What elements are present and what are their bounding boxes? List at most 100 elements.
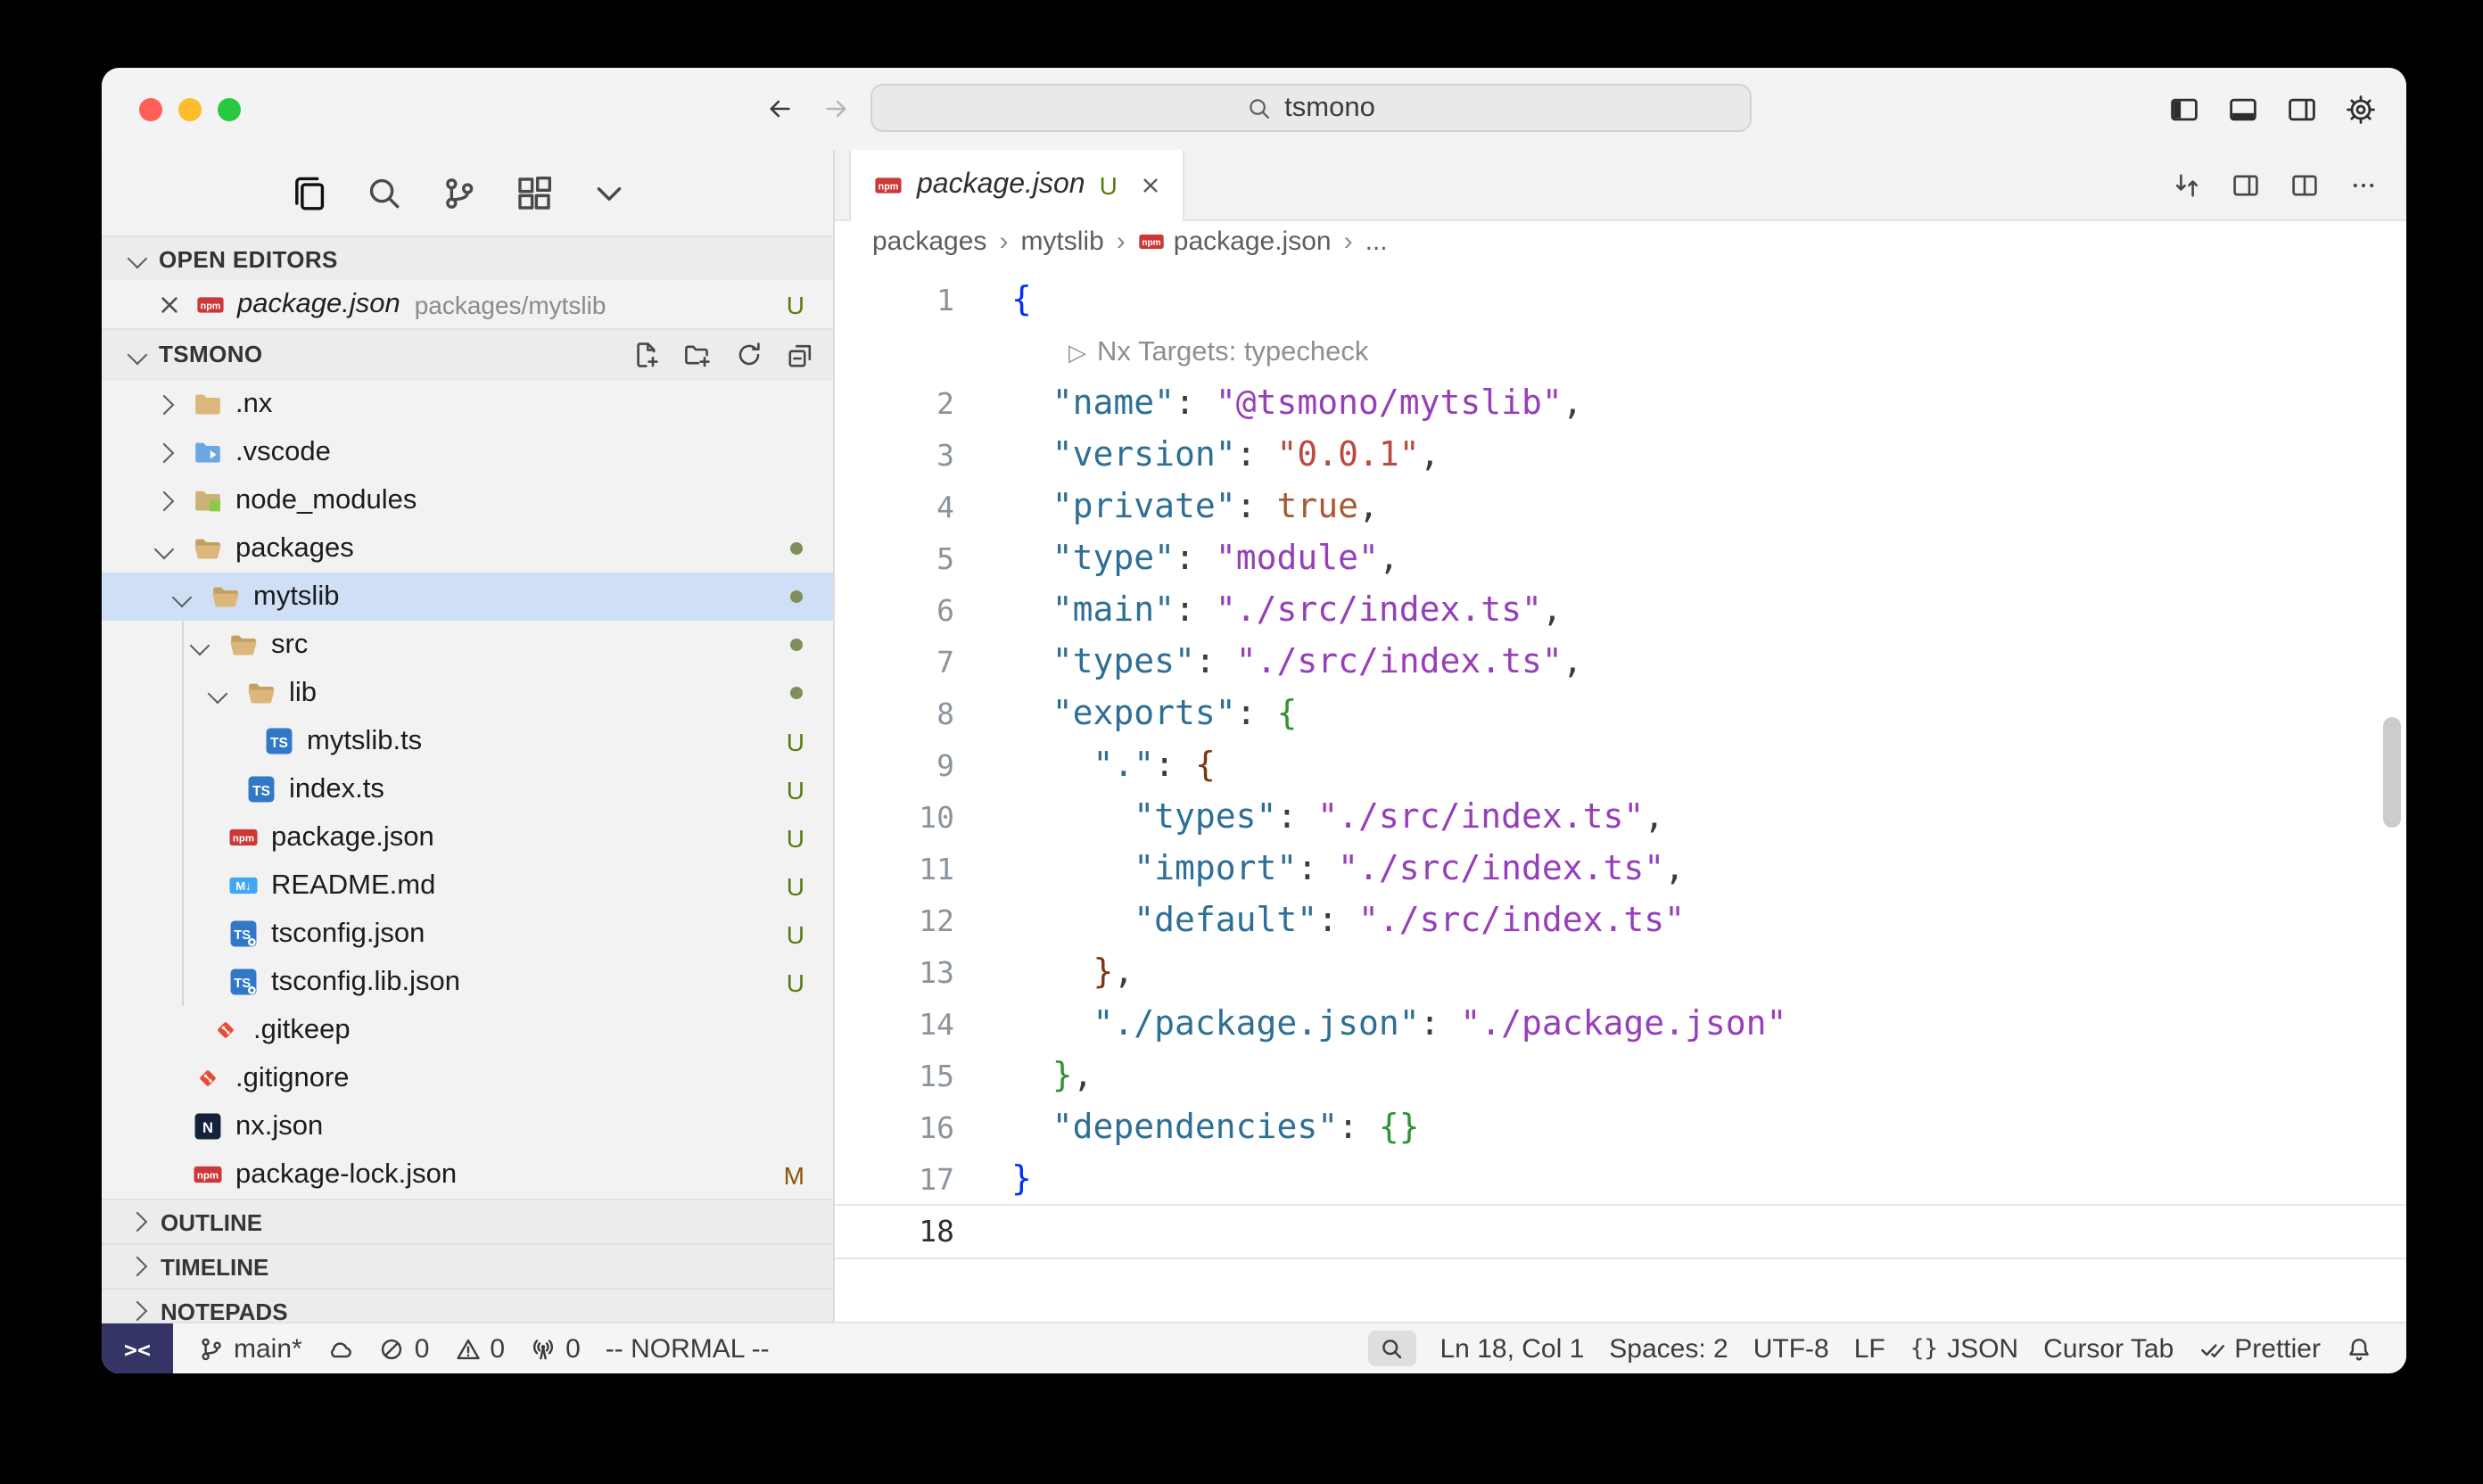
collapse-folders-icon[interactable] — [787, 340, 815, 368]
sidebar-section-outline[interactable]: OUTLINE — [102, 1199, 833, 1243]
tree-item-label: .vscode — [235, 436, 331, 468]
code-editor[interactable]: 1{▷Nx Targets: typecheck2 "name": "@tsmo… — [835, 260, 2406, 1322]
open-changes-icon[interactable] — [2173, 171, 2201, 200]
tab-package-json[interactable]: npm package.json U — [849, 150, 1185, 221]
status-language-mode[interactable]: {}JSON — [1898, 1323, 2031, 1373]
open-editor-item[interactable]: npmpackage.jsonpackages/mytslibU — [102, 280, 833, 328]
status-git-branch[interactable]: main* — [186, 1323, 315, 1373]
code-line-11[interactable]: 11 "import": "./src/index.ts", — [835, 844, 2406, 895]
status-cursor-position[interactable]: Ln 18, Col 1 — [1428, 1323, 1597, 1373]
code-line-15[interactable]: 15 }, — [835, 1051, 2406, 1102]
tree-item-packages[interactable]: packages — [102, 524, 833, 573]
code-line-5[interactable]: 5 "type": "module", — [835, 533, 2406, 585]
svg-text:npm: npm — [879, 181, 899, 192]
tree-item-tsconfig.json[interactable]: TStsconfig.jsonU — [102, 910, 833, 958]
ts-config-icon: TS — [228, 967, 259, 997]
status-remote[interactable]: >< — [102, 1323, 173, 1373]
tree-item-node_modules[interactable]: node_modules — [102, 476, 833, 524]
more-actions-icon[interactable] — [2349, 171, 2378, 200]
tree-item-.vscode[interactable]: .vscode — [102, 428, 833, 476]
split-editor-icon[interactable] — [2290, 171, 2319, 200]
sidebar-section-timeline[interactable]: TIMELINE — [102, 1243, 833, 1288]
status-errors[interactable]: 0 — [367, 1323, 442, 1373]
tree-item-package.json[interactable]: npmpackage.jsonU — [102, 813, 833, 862]
status-eol[interactable]: LF — [1842, 1323, 1898, 1373]
code-line-18[interactable]: 18 — [835, 1206, 2406, 1257]
status-formatter[interactable]: Prettier — [2186, 1323, 2333, 1373]
code-line-3[interactable]: 3 "version": "0.0.1", — [835, 430, 2406, 482]
breadcrumb-item[interactable]: packages — [872, 226, 986, 256]
tree-item-.gitignore[interactable]: .gitignore — [102, 1054, 833, 1102]
activity-extensions-icon[interactable] — [516, 174, 553, 211]
open-editor-path: packages/mytslib — [415, 290, 606, 318]
code-line-9[interactable]: 9 ".": { — [835, 740, 2406, 792]
code-line-8[interactable]: 8 "exports": { — [835, 688, 2406, 740]
tree-item-mytslib[interactable]: mytslib — [102, 573, 833, 621]
layout-panel-icon[interactable] — [2228, 94, 2258, 124]
tree-item-.nx[interactable]: .nx — [102, 380, 833, 428]
status-encoding[interactable]: UTF-8 — [1741, 1323, 1842, 1373]
tree-item-lib[interactable]: lib — [102, 669, 833, 717]
layout-sidebar-left-icon[interactable] — [2169, 94, 2199, 124]
activity-explorer-icon[interactable] — [291, 174, 328, 211]
code-line-1[interactable]: 1{ — [835, 275, 2406, 326]
status-vim-mode[interactable]: -- NORMAL -- — [593, 1323, 782, 1373]
status-indentation[interactable]: Spaces: 2 — [1596, 1323, 1740, 1373]
settings-gear-icon[interactable] — [2346, 94, 2376, 124]
layout-sidebar-right-icon[interactable] — [2287, 94, 2317, 124]
nx-icon: N — [193, 1111, 223, 1142]
status-ports[interactable]: 0 — [517, 1323, 593, 1373]
minimize-window-button[interactable] — [178, 97, 202, 120]
code-line-12[interactable]: 12 "default": "./src/index.ts" — [835, 895, 2406, 947]
activity-search-icon[interactable] — [366, 174, 403, 211]
tree-item-README.md[interactable]: M↓README.mdU — [102, 862, 833, 910]
tree-item-package-lock.json[interactable]: npmpackage-lock.jsonM — [102, 1150, 833, 1199]
split-editor-right-icon[interactable] — [2231, 171, 2260, 200]
close-icon[interactable] — [155, 290, 184, 318]
breadcrumb-item[interactable]: mytslib — [1020, 226, 1103, 256]
breadcrumb-item[interactable]: npmpackage.json — [1138, 226, 1332, 256]
command-center[interactable]: tsmono — [870, 84, 1752, 132]
status-screencast[interactable] — [1369, 1331, 1417, 1366]
breadcrumb-item[interactable]: ... — [1365, 226, 1388, 256]
status-notifications[interactable] — [2333, 1323, 2385, 1373]
tree-item-.gitkeep[interactable]: .gitkeep — [102, 1006, 833, 1054]
close-tab-icon[interactable] — [1139, 173, 1164, 198]
maximize-window-button[interactable] — [218, 97, 241, 120]
open-editors-header[interactable]: OPEN EDITORS — [102, 235, 833, 280]
project-header[interactable]: TSMONO — [102, 328, 833, 380]
close-window-button[interactable] — [139, 97, 162, 120]
status-sync-changes[interactable] — [315, 1323, 367, 1373]
folder-open-icon — [193, 533, 223, 564]
status-cursor-tab[interactable]: Cursor Tab — [2031, 1323, 2186, 1373]
code-line-7[interactable]: 7 "types": "./src/index.ts", — [835, 637, 2406, 688]
tree-item-nx.json[interactable]: Nnx.json — [102, 1102, 833, 1150]
back-button[interactable] — [765, 95, 794, 123]
code-line-10[interactable]: 10 "types": "./src/index.ts", — [835, 792, 2406, 844]
code-line-2[interactable]: 2 "name": "@tsmono/mytslib", — [835, 378, 2406, 430]
tree-item-mytslib.ts[interactable]: TSmytslib.tsU — [102, 717, 833, 765]
code-line-4[interactable]: 4 "private": true, — [835, 482, 2406, 533]
tree-item-tsconfig.lib.json[interactable]: TStsconfig.lib.jsonU — [102, 958, 833, 1006]
npm-icon: npm — [1138, 227, 1165, 254]
codelens-link[interactable]: ▷Nx Targets: typecheck — [1068, 326, 1368, 378]
scrollbar-thumb[interactable] — [2383, 717, 2401, 828]
activity-more-views-icon[interactable] — [590, 174, 628, 211]
refresh-explorer-icon[interactable] — [735, 340, 763, 368]
code-line-text: }, — [1011, 947, 1134, 999]
activity-source-control-icon[interactable] — [441, 174, 478, 211]
code-line-14[interactable]: 14 "./package.json": "./package.json" — [835, 999, 2406, 1051]
code-line-16[interactable]: 16 "dependencies": {} — [835, 1102, 2406, 1154]
new-folder-icon[interactable] — [683, 340, 712, 368]
status-warnings[interactable]: 0 — [441, 1323, 517, 1373]
code-line-6[interactable]: 6 "main": "./src/index.ts", — [835, 585, 2406, 637]
code-line-13[interactable]: 13 }, — [835, 947, 2406, 999]
code-line-17[interactable]: 17} — [835, 1154, 2406, 1206]
tree-item-index.ts[interactable]: TSindex.tsU — [102, 765, 833, 813]
svg-text:npm: npm — [233, 834, 254, 845]
forward-button[interactable] — [822, 95, 851, 123]
new-file-icon[interactable] — [631, 340, 660, 368]
chevron-right-icon — [128, 1212, 148, 1233]
line-number: 6 — [835, 585, 954, 637]
tree-item-src[interactable]: src — [102, 621, 833, 669]
